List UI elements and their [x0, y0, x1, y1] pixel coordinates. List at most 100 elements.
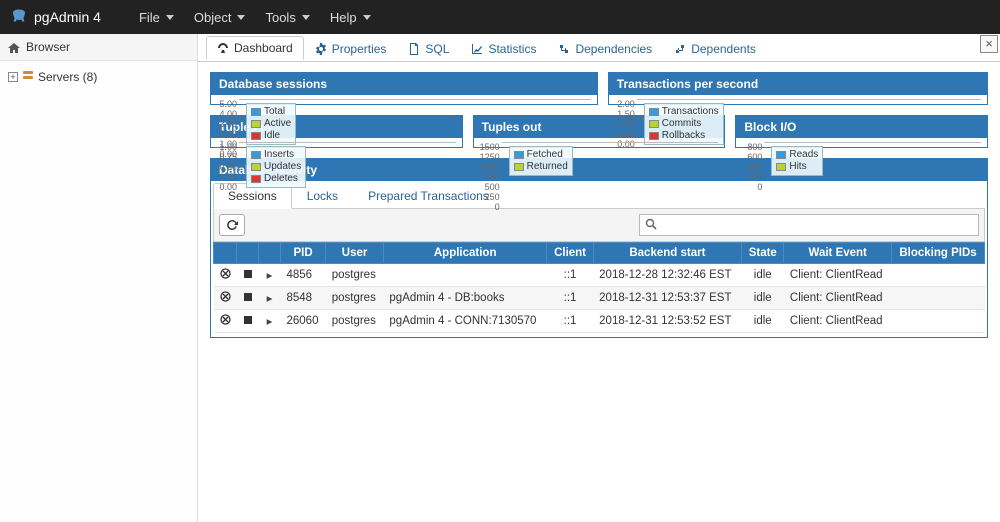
col-header[interactable]: User [326, 243, 384, 264]
main-menu: File Object Tools Help [139, 10, 371, 25]
cell-pid: 26060 [281, 310, 326, 333]
elephant-icon [10, 8, 28, 26]
table-row[interactable]: ▸26060postgrespgAdmin 4 - CONN:7130570::… [214, 310, 985, 333]
properties-icon [315, 43, 327, 55]
refresh-button[interactable] [219, 214, 245, 236]
object-tree: + Servers (8) [0, 61, 197, 92]
cell-wait: Client: ClientRead [784, 287, 892, 310]
sql-icon [408, 43, 420, 55]
tab-statistics[interactable]: Statistics [460, 37, 547, 60]
server-group-icon [22, 69, 34, 84]
table-row[interactable]: ▸8548postgrespgAdmin 4 - DB:books::12018… [214, 287, 985, 310]
search-input[interactable] [639, 214, 979, 236]
brand-label: pgAdmin 4 [34, 9, 101, 25]
home-icon [8, 42, 20, 52]
cell-pid: 4856 [281, 264, 326, 287]
tree-servers-label: Servers (8) [38, 70, 97, 84]
cell-client: ::1 [547, 310, 593, 333]
expand-row-icon[interactable]: ▸ [259, 264, 281, 287]
cell-client: ::1 [547, 264, 593, 287]
cancel-icon[interactable] [214, 310, 237, 333]
expand-row-icon[interactable]: ▸ [259, 310, 281, 333]
main-panel: Dashboard Properties SQL Statistics Depe… [198, 34, 1000, 522]
cell-user: postgres [326, 287, 384, 310]
menu-file[interactable]: File [139, 10, 174, 25]
cell-start: 2018-12-28 12:32:46 EST [593, 264, 741, 287]
yaxis: 8006004002000 [738, 142, 762, 143]
cancel-icon[interactable] [214, 287, 237, 310]
cell-pid: 8548 [281, 287, 326, 310]
stop-icon[interactable] [237, 264, 259, 287]
card-title: Database sessions [211, 73, 597, 95]
expand-row-icon[interactable]: ▸ [259, 287, 281, 310]
cell-block [892, 310, 985, 333]
col-header[interactable]: Wait Event [784, 243, 892, 264]
dashboard-icon [217, 42, 229, 54]
col-header[interactable]: Client [547, 243, 593, 264]
col-header[interactable]: Application [383, 243, 547, 264]
cell-app: pgAdmin 4 - DB:books [383, 287, 547, 310]
refresh-icon [225, 218, 239, 232]
card-title: Block I/O [736, 116, 987, 138]
card-title: Database activity [211, 159, 987, 181]
top-navbar: pgAdmin 4 File Object Tools Help [0, 0, 1000, 34]
search-wrap [627, 214, 979, 236]
col-header[interactable]: Backend start [593, 243, 741, 264]
tab-dependents[interactable]: Dependents [663, 37, 767, 60]
activity-tabs: Sessions Locks Prepared Transactions [213, 183, 985, 209]
cell-block [892, 287, 985, 310]
chart-db-sessions: TotalActiveIdle [239, 99, 591, 100]
col-header[interactable]: Blocking PIDs [892, 243, 985, 264]
cell-state: idle [742, 264, 784, 287]
stop-icon[interactable] [237, 310, 259, 333]
cell-start: 2018-12-31 12:53:52 EST [593, 310, 741, 333]
cell-app: pgAdmin 4 - CONN:7130570 [383, 310, 547, 333]
menu-tools[interactable]: Tools [265, 10, 309, 25]
cell-block [892, 264, 985, 287]
legend: FetchedReturned [509, 146, 573, 176]
cell-state: idle [742, 287, 784, 310]
statistics-icon [471, 43, 483, 55]
cell-user: postgres [326, 310, 384, 333]
tab-properties[interactable]: Properties [304, 37, 398, 60]
col-header[interactable]: State [742, 243, 784, 264]
close-panel-button[interactable]: × [980, 35, 998, 53]
cell-client: ::1 [547, 287, 593, 310]
legend: ReadsHits [771, 146, 823, 176]
chart-tuples-out: FetchedReturned [502, 142, 719, 143]
tree-servers[interactable]: + Servers (8) [4, 67, 193, 86]
tab-dashboard[interactable]: Dashboard [206, 36, 304, 60]
tab-dependencies[interactable]: Dependencies [547, 37, 663, 60]
card-db-activity: Database activity Sessions Locks Prepare… [210, 158, 988, 338]
card-block-io: Block I/O 8006004002000 ReadsHits [735, 115, 988, 148]
dependencies-icon [558, 43, 570, 55]
app-logo[interactable]: pgAdmin 4 [10, 8, 101, 26]
cancel-icon[interactable] [214, 264, 237, 287]
yaxis: 1.000.750.500.250.00 [213, 142, 237, 143]
dependents-icon [674, 43, 686, 55]
sidebar-title: Browser [26, 40, 70, 54]
stop-icon[interactable] [237, 287, 259, 310]
col-header[interactable]: PID [281, 243, 326, 264]
cell-state: idle [742, 310, 784, 333]
yaxis: 5.004.003.002.001.000.00 [213, 99, 237, 100]
menu-object[interactable]: Object [194, 10, 246, 25]
table-row[interactable]: ▸4856postgres::12018-12-28 12:32:46 ESTi… [214, 264, 985, 287]
main-tabs: Dashboard Properties SQL Statistics Depe… [198, 34, 1000, 62]
sidebar: Browser + Servers (8) [0, 34, 198, 522]
activity-toolbar [213, 209, 985, 242]
cell-app [383, 264, 547, 287]
sessions-table: PIDUserApplicationClientBackend startSta… [213, 242, 985, 333]
tab-sql[interactable]: SQL [397, 37, 460, 60]
cell-start: 2018-12-31 12:53:37 EST [593, 287, 741, 310]
chart-tps: TransactionsCommitsRollbacks [637, 99, 981, 100]
yaxis: 1500125010007505002500 [476, 142, 500, 143]
sidebar-header: Browser [0, 34, 197, 61]
search-icon [645, 218, 657, 233]
menu-help[interactable]: Help [330, 10, 371, 25]
dashboard-body: Database sessions 5.004.003.002.001.000.… [198, 62, 1000, 522]
card-db-sessions: Database sessions 5.004.003.002.001.000.… [210, 72, 598, 105]
expand-icon[interactable]: + [8, 72, 18, 82]
cell-wait: Client: ClientRead [784, 264, 892, 287]
yaxis: 2.001.501.000.500.00 [611, 99, 635, 100]
